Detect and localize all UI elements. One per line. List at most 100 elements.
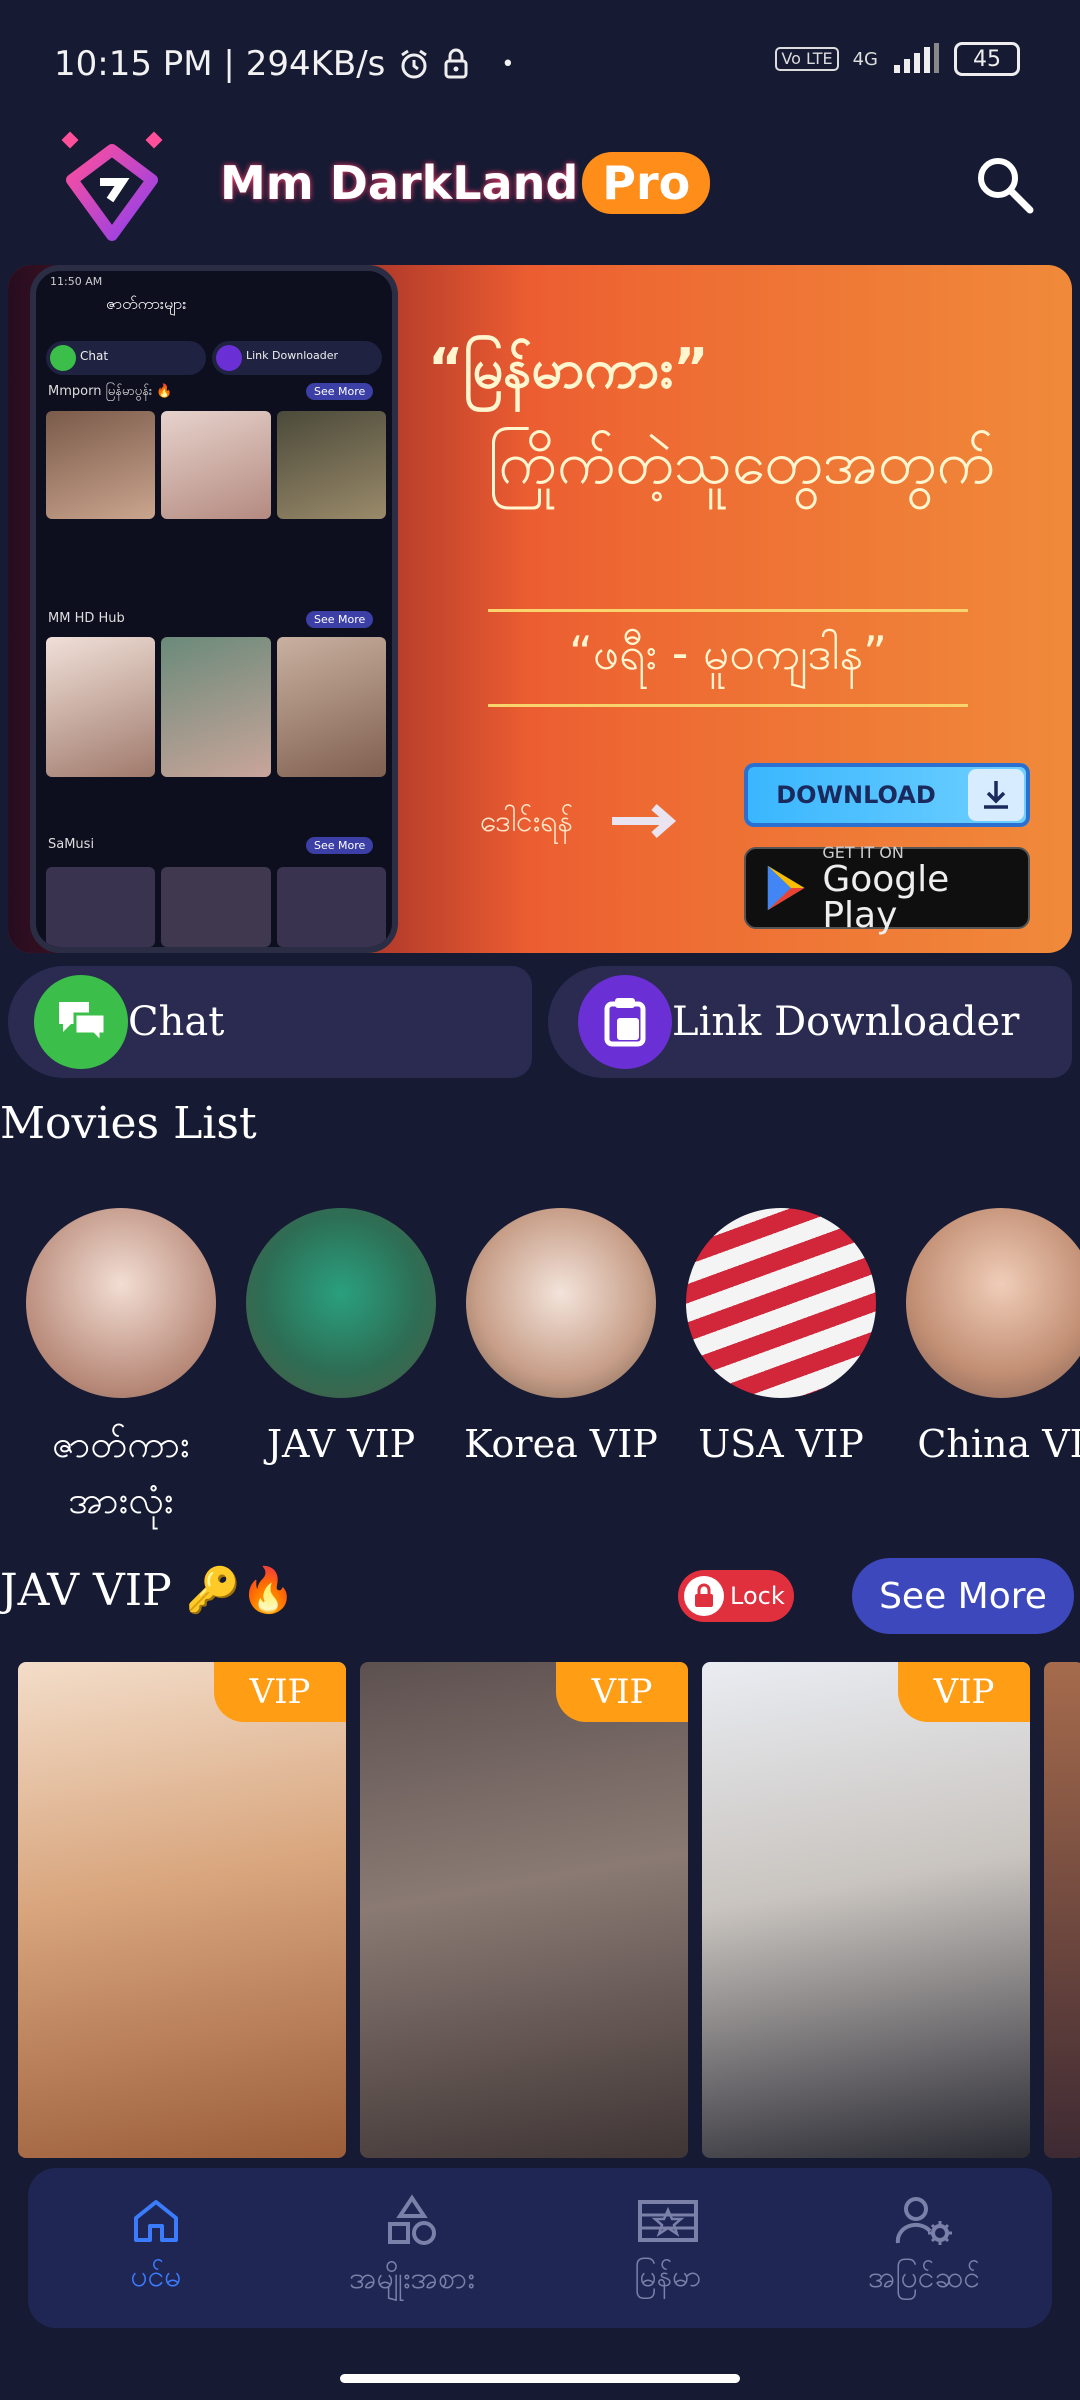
movie-poster[interactable]: VIP [18,1662,346,2158]
mini-thumb [276,411,386,519]
nav-myanmar-label: မြန်မာ [634,2258,702,2294]
nav-categories-label: အမျိုးအစား [349,2260,475,2296]
lock-status-icon [444,48,468,79]
battery-indicator: 45 [954,42,1020,76]
mini-section-2: MM HD Hub [48,611,125,626]
nav-settings[interactable]: အပြင်ဆင် [796,2168,1052,2328]
settings-icon [895,2196,952,2245]
alarm-icon [401,49,428,79]
mini-chat-icon [50,345,76,371]
category-avatar [906,1208,1080,1398]
home-indicator[interactable] [340,2374,740,2383]
pro-badge: Pro [582,152,711,214]
app-logo [52,130,172,250]
mini-row-2 [46,637,386,777]
download-icon [968,769,1024,821]
mini-chat-card: Chat [46,341,206,375]
jav-vip-title: JAV VIP 🔑🔥 [0,1565,296,1616]
banner-headline: “မြန်မာကား” [428,337,709,400]
signal-icon [894,43,939,73]
see-more-button[interactable]: See More [852,1558,1074,1634]
nav-myanmar[interactable]: မြန်မာ [540,2168,796,2328]
home-icon [134,2199,178,2242]
nav-home[interactable]: ပင်မ [28,2168,284,2328]
movies-list-title: Movies List [0,1098,257,1149]
status-bar: 10:15 PM | 294KB/s • Vo LTE 4G 45 [0,0,1080,130]
category-avatar [686,1208,876,1398]
vip-badge: VIP [214,1662,346,1722]
volte-badge: Vo LTE [775,47,839,71]
category-avatar [26,1208,216,1398]
app-title-text: Mm DarkLand [220,156,579,210]
vip-badge: VIP [898,1662,1030,1722]
myanmar-icon [638,2199,698,2242]
promo-banner[interactable]: 11:50 AM ဇာတ်ကားများ Chat Link Downloade… [8,265,1072,953]
google-play-button[interactable]: GET IT ON Google Play [744,843,1030,933]
category-label: Korea VIP [464,1422,658,1466]
mini-section-1: Mmporn မြန်မာပွန်း 🔥 [48,384,173,399]
phone-mockup: 11:50 AM ဇာတ်ကားများ Chat Link Downloade… [30,265,398,953]
mini-thumb [276,637,386,777]
mini-row-1 [46,411,386,519]
category-label: USA VIP [698,1422,864,1466]
arrow-right-icon [612,803,677,839]
mini-thumb [46,411,156,519]
mini-thumb [46,867,156,947]
banner-arrow-text: ဒေါင်းရန် [480,804,573,839]
chat-card[interactable]: Chat [8,966,532,1078]
search-icon [978,158,1034,214]
clipboard-icon [578,975,672,1069]
mini-link-label: Link Downloader [246,349,338,362]
search-button[interactable] [970,150,1040,220]
category-avatar [246,1208,436,1398]
chat-label: Chat [128,999,225,1045]
mini-thumb [46,637,156,777]
app-title: Mm DarkLand Pro [220,152,711,214]
banner-boxed-text: “ဖရီး - မူဝကျဒါန” [488,609,968,707]
mini-thumb [161,867,271,947]
chat-icon [34,975,128,1069]
mini-thumb [161,411,271,519]
mini-see-more-2: See More [306,611,374,628]
movie-poster-partial[interactable] [1044,1662,1080,2158]
dot-icon: • [501,51,515,77]
link-downloader-card[interactable]: Link Downloader [548,966,1072,1078]
jav-vip-header: JAV VIP 🔑🔥 Lock See More [0,1556,1080,1636]
vip-badge: VIP [556,1662,688,1722]
category-item-all[interactable]: ဇာတ်ကား အားလုံး [26,1208,216,1538]
lock-label: Lock [730,1582,785,1610]
mini-link-icon [216,345,242,371]
mini-chat-label: Chat [80,349,109,363]
nav-home-label: ပင်မ [130,2258,182,2294]
movie-poster[interactable]: VIP [360,1662,688,2158]
nav-settings-label: အပြင်ဆင် [868,2259,980,2295]
mini-see-more-1: See More [306,383,374,400]
category-item-china-vip[interactable]: China VI [906,1208,1080,1538]
google-play-icon [767,865,805,911]
mini-thumb [161,637,271,777]
mini-time: 11:50 AM [50,275,103,288]
category-item-jav-vip[interactable]: JAV VIP [246,1208,436,1538]
category-avatar [466,1208,656,1398]
category-label: China VI [917,1422,1080,1466]
category-label: ဇာတ်ကား အားလုံး [52,1422,190,1522]
app-header: Mm DarkLand Pro [0,130,1080,250]
mini-section-3: SaMusi [48,837,95,852]
category-item-korea-vip[interactable]: Korea VIP [464,1208,658,1538]
download-button[interactable]: DOWNLOAD [744,763,1030,827]
download-label: DOWNLOAD [776,781,936,809]
status-right: Vo LTE 4G 45 [775,42,1020,76]
lock-icon [684,1576,724,1616]
banner-subline: ကြိုက်တဲ့သူတွေအတွက် [488,428,996,498]
bottom-navigation: ပင်မ အမျိုးအစား မြန်မာ အပြင်ဆင် [28,2168,1052,2328]
mini-row-3 [46,867,386,947]
category-item-usa-vip[interactable]: USA VIP [686,1208,876,1538]
mini-app-title: ဇာတ်ကားများ [106,294,187,313]
status-left: 10:15 PM | 294KB/s • [54,44,514,84]
nav-categories[interactable]: အမျိုးအစား [284,2168,540,2328]
category-list: ဇာတ်ကား အားလုံး JAV VIP Korea VIP USA VI… [26,1208,1080,1538]
movie-poster[interactable]: VIP [702,1662,1030,2158]
lock-badge: Lock [678,1570,794,1622]
mini-link-card: Link Downloader [212,341,382,375]
categories-icon [388,2193,436,2245]
